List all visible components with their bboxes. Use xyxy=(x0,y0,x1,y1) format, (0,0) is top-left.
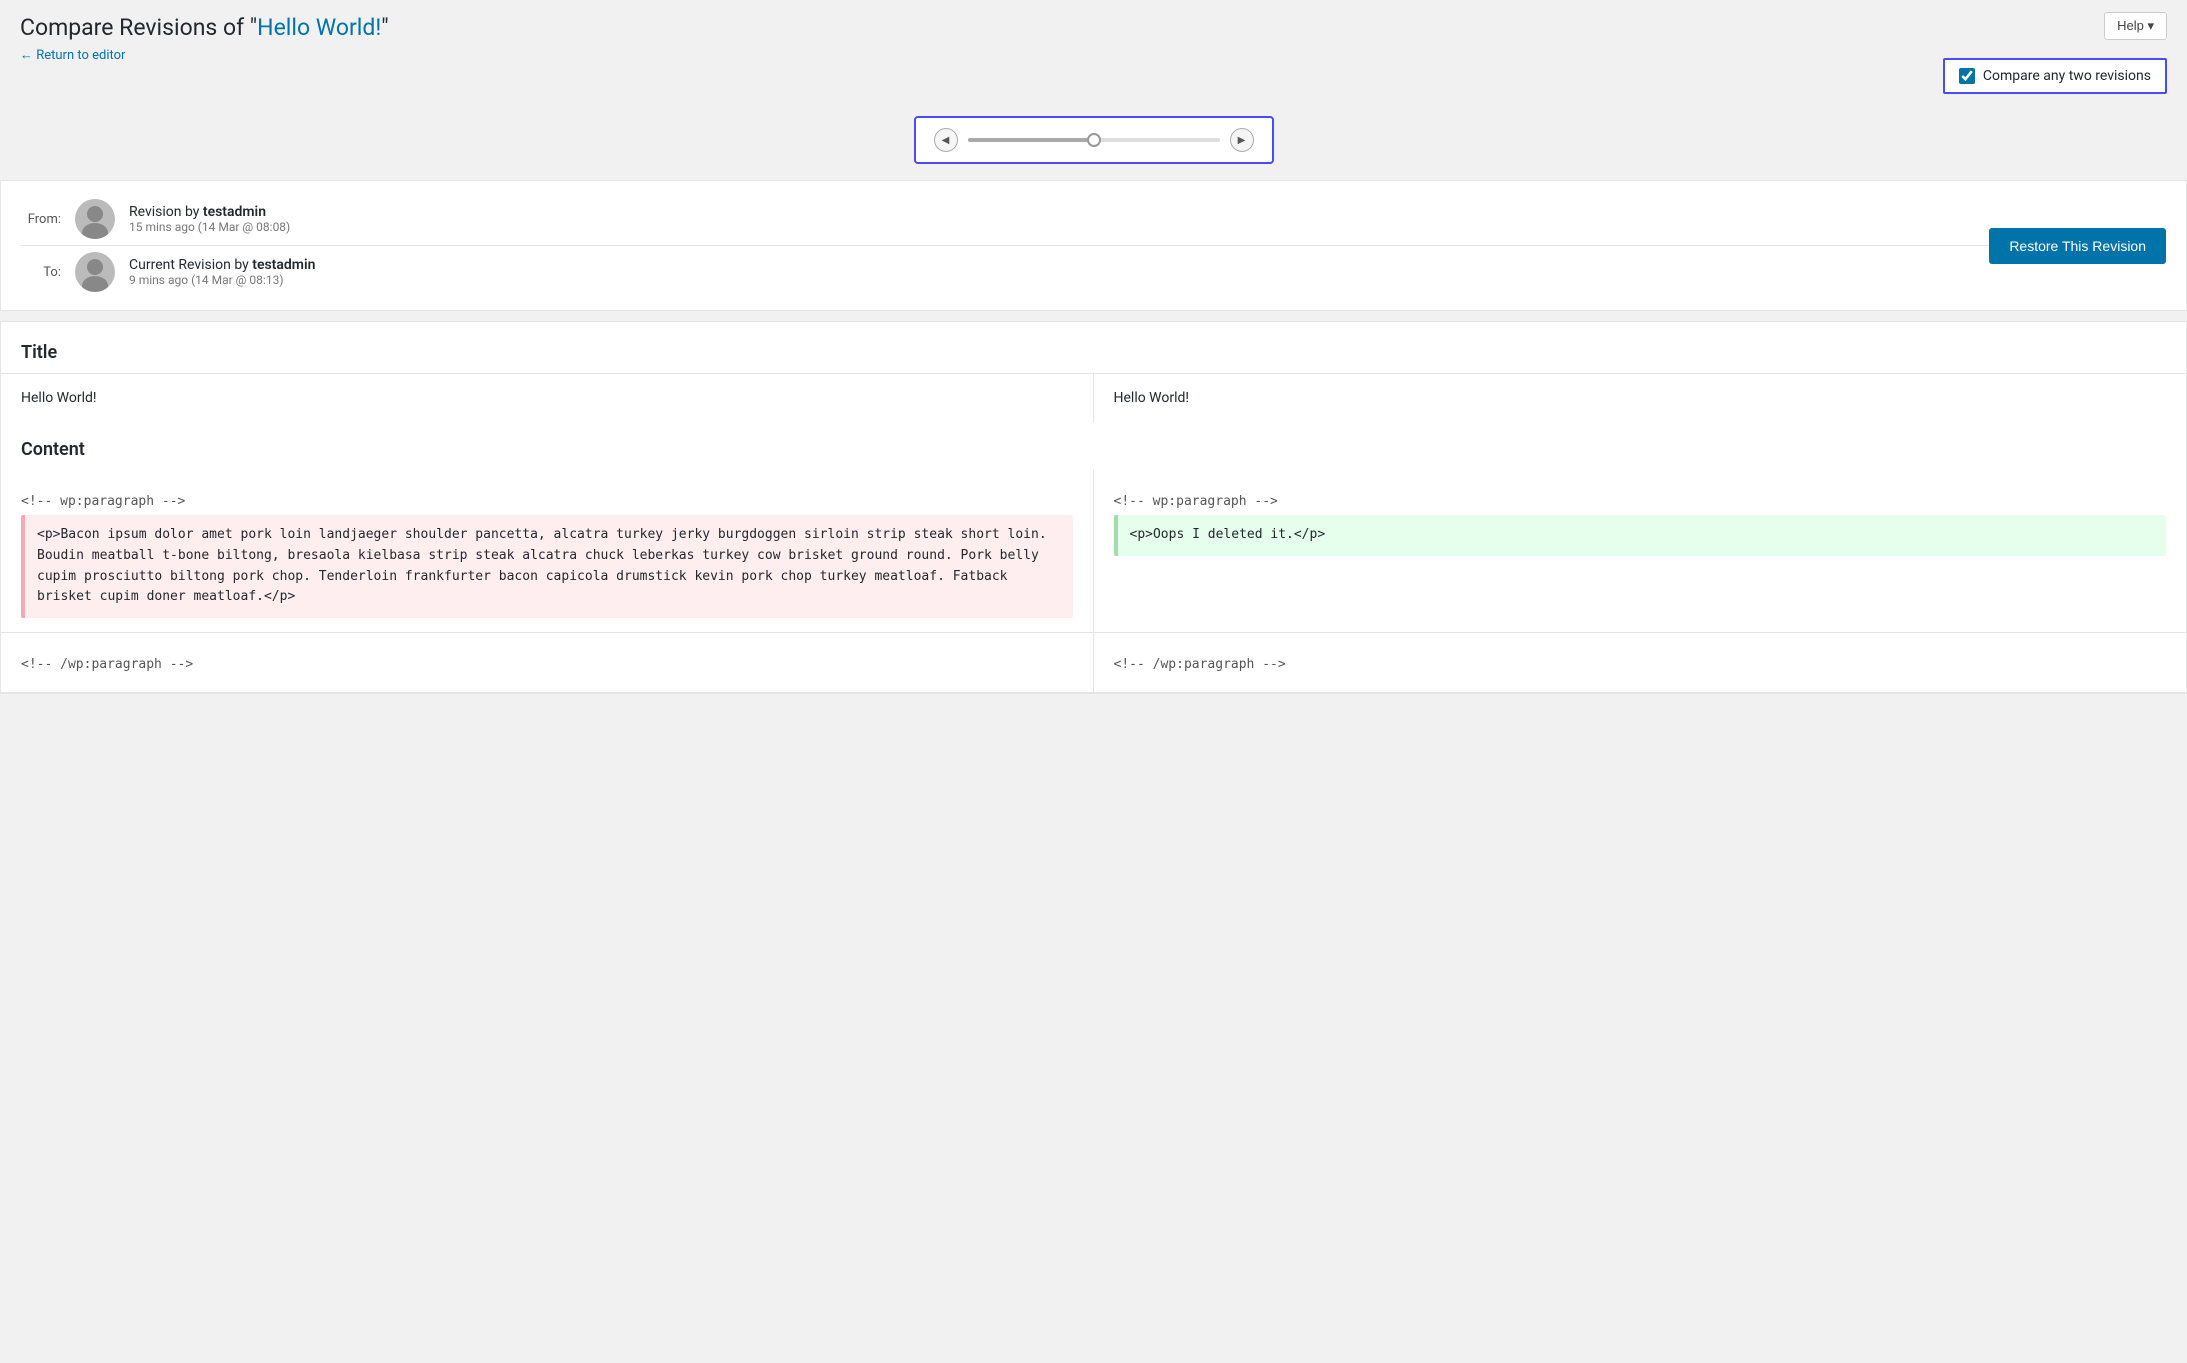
compare-checkbox[interactable] xyxy=(1959,68,1975,84)
compare-any-two-revisions-panel: Compare any two revisions xyxy=(1943,58,2167,94)
help-button[interactable]: Help ▾ xyxy=(2104,12,2167,40)
content-bottom-diff-columns: <!-- /wp:paragraph --> <!-- /wp:paragrap… xyxy=(1,633,2186,693)
compare-checkbox-label[interactable]: Compare any two revisions xyxy=(1983,68,2151,84)
from-removed-block: <p>Bacon ipsum dolor amet pork loin land… xyxy=(21,515,1073,618)
content-section-header: Content xyxy=(1,423,2186,470)
to-revision-time: 9 mins ago (14 Mar @ 08:13) xyxy=(129,273,315,287)
to-comment1: <!-- wp:paragraph --> xyxy=(1114,484,2167,515)
from-revision-author: testadmin xyxy=(203,204,266,220)
from-revision-row: From: Revision by testadmin 15 mins ago … xyxy=(21,193,2166,245)
from-revision-info: Revision by testadmin 15 mins ago (14 Ma… xyxy=(129,204,290,234)
to-avatar xyxy=(75,252,115,292)
slider-left-arrow[interactable]: ◀ xyxy=(934,128,958,152)
revision-slider-wrapper: ◀ ▶ xyxy=(914,116,1274,164)
slider-thumb[interactable] xyxy=(1087,133,1101,147)
return-to-editor-link[interactable]: ← Return to editor xyxy=(20,48,125,63)
to-label: To: xyxy=(21,265,61,280)
from-avatar xyxy=(75,199,115,239)
to-comment2: <!-- /wp:paragraph --> xyxy=(1114,647,2167,678)
from-revision-time: 15 mins ago (14 Mar @ 08:08) xyxy=(129,220,290,234)
from-title-text: Hello World! xyxy=(21,390,97,406)
to-revision-row: To: Current Revision by testadmin 9 mins… xyxy=(21,246,2166,298)
to-revision-author: testadmin xyxy=(252,257,315,273)
from-title-col: Hello World! xyxy=(1,374,1094,423)
to-content-col: <!-- wp:paragraph --> <p>Oops I deleted … xyxy=(1094,470,2187,632)
diff-container: Title Hello World! Hello World! Content … xyxy=(0,321,2187,694)
content-diff-columns: <!-- wp:paragraph --> <p>Bacon ipsum dol… xyxy=(1,470,2186,633)
restore-this-revision-button[interactable]: Restore This Revision xyxy=(1989,228,2166,264)
to-title-col: Hello World! xyxy=(1094,374,2187,423)
to-revision-info: Current Revision by testadmin 9 mins ago… xyxy=(129,257,315,287)
from-comment2-col: <!-- /wp:paragraph --> xyxy=(1,633,1094,692)
slider-right-arrow[interactable]: ▶ xyxy=(1230,128,1254,152)
from-comment2: <!-- /wp:paragraph --> xyxy=(21,647,1073,678)
to-title-text: Hello World! xyxy=(1114,390,1190,406)
revision-slider-container: ◀ ▶ xyxy=(0,100,2187,180)
revision-from-to-panel: From: Revision by testadmin 15 mins ago … xyxy=(0,180,2187,311)
slider-track[interactable] xyxy=(968,138,1220,142)
title-section-header: Title xyxy=(1,322,2186,374)
from-label: From: xyxy=(21,212,61,227)
title-diff-row: Hello World! Hello World! xyxy=(1,374,2186,423)
from-comment1: <!-- wp:paragraph --> xyxy=(21,484,1073,515)
to-added-block: <p>Oops I deleted it.</p> xyxy=(1114,515,2167,556)
to-comment2-col: <!-- /wp:paragraph --> xyxy=(1094,633,2187,692)
post-title-link[interactable]: Hello World! xyxy=(257,14,381,41)
from-revision-prefix: Revision by xyxy=(129,204,203,220)
page-title: Compare Revisions of "Hello World!" xyxy=(20,14,2167,41)
slider-fill xyxy=(968,138,1094,142)
from-content-col: <!-- wp:paragraph --> <p>Bacon ipsum dol… xyxy=(1,470,1094,632)
to-revision-prefix: Current Revision by xyxy=(129,257,252,273)
